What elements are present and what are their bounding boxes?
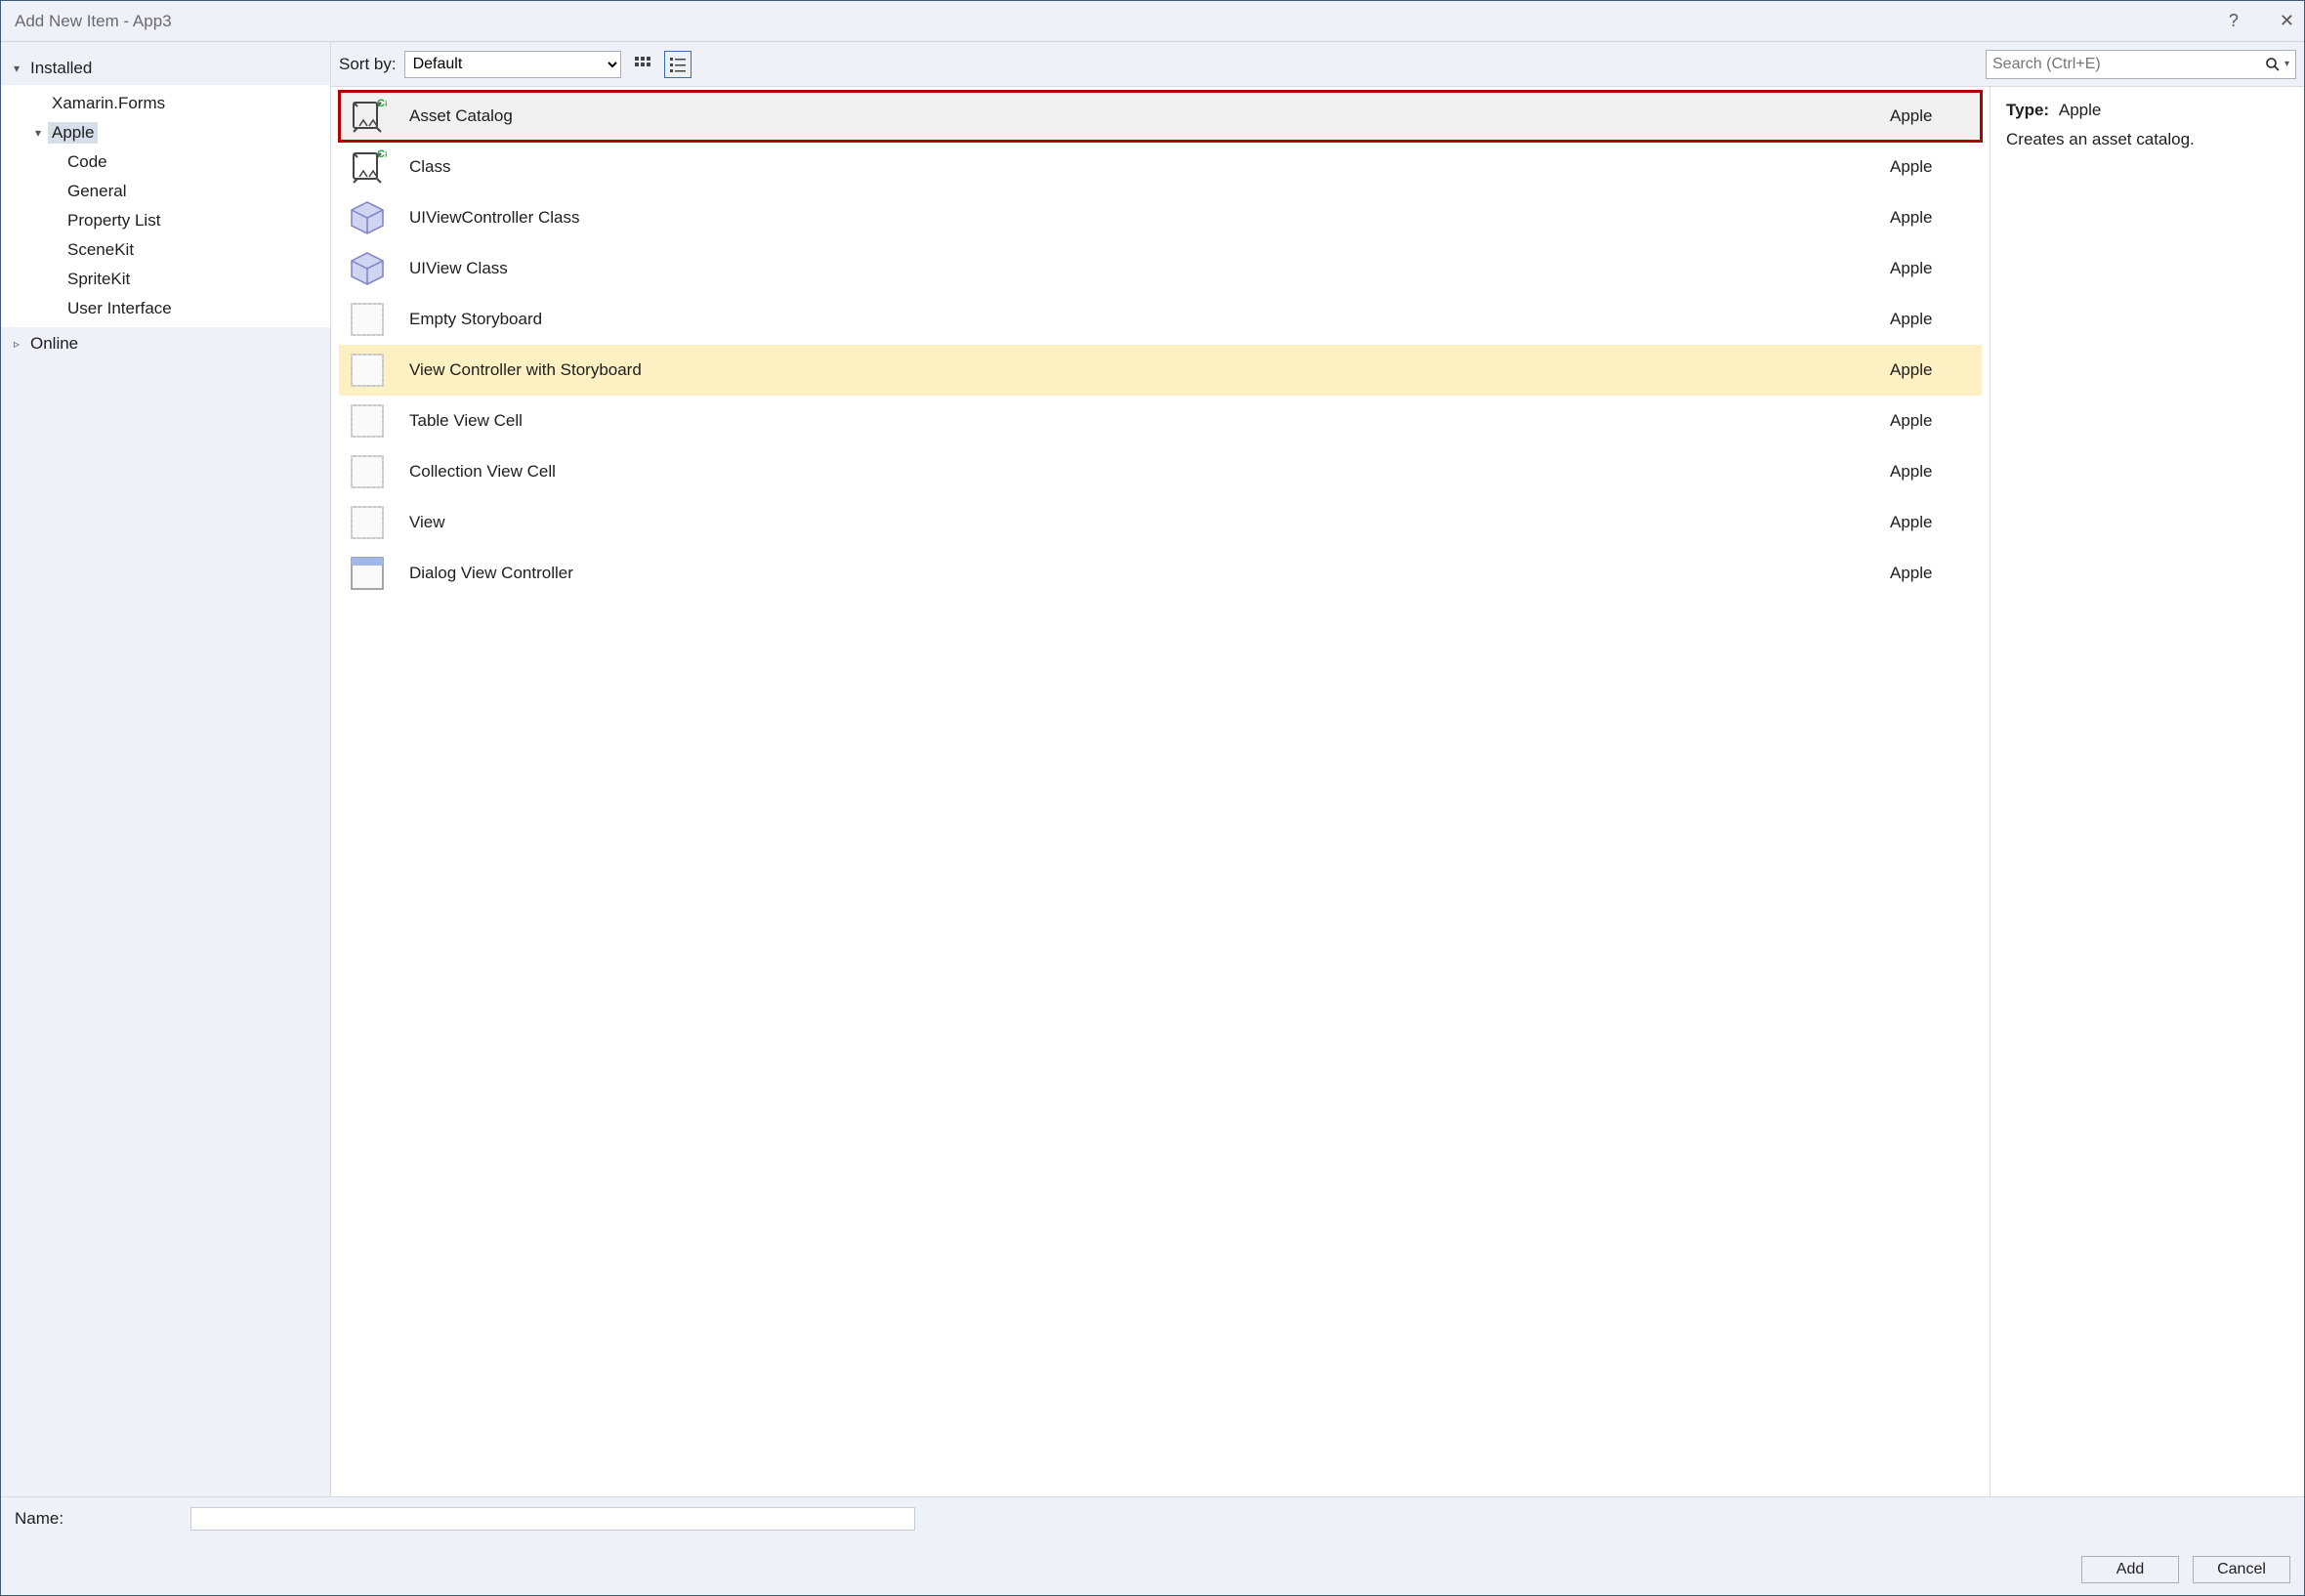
tree-node-installed[interactable]: ▾ Installed: [1, 54, 330, 83]
tree-node-property-list[interactable]: Property List: [1, 206, 330, 235]
template-item[interactable]: Class Apple: [339, 142, 1982, 192]
tree-label: SpriteKit: [63, 269, 134, 290]
view-list-button[interactable]: [664, 51, 692, 78]
tree-label: Property List: [63, 210, 164, 231]
tree-node-scenekit[interactable]: SceneKit: [1, 235, 330, 265]
template-item[interactable]: View Apple: [339, 497, 1982, 548]
sort-by-label: Sort by:: [339, 55, 397, 74]
templates-and-details: Asset CatalogAppleClassAppleUIViewContro…: [331, 87, 2304, 1496]
template-tag: Apple: [1890, 259, 1974, 278]
template-name: View Controller with Storyboard: [405, 360, 1872, 380]
module-cube-icon: [347, 197, 388, 238]
tree-node-code[interactable]: Code: [1, 147, 330, 177]
template-tag: Apple: [1890, 106, 1974, 126]
template-item[interactable]: View Controller with Storyboard Apple: [339, 345, 1982, 396]
template-name: Dialog View Controller: [405, 564, 1872, 583]
search-box[interactable]: ▾: [1986, 50, 2296, 79]
tree-label: Code: [63, 151, 111, 173]
sort-by-select[interactable]: Default: [404, 51, 621, 78]
tree-label: Installed: [26, 58, 96, 79]
template-item[interactable]: UIView Class Apple: [339, 243, 1982, 294]
storyboard-icon: [347, 350, 388, 391]
category-tree: ▾ Installed Xamarin.Forms ▾ Apple Code G…: [1, 42, 331, 1496]
template-name: UIViewController Class: [405, 208, 1872, 228]
close-button[interactable]: ✕: [2280, 11, 2294, 31]
module-cube-icon: [347, 248, 388, 289]
tree-label: Xamarin.Forms: [48, 93, 169, 114]
template-tag: Apple: [1890, 310, 1974, 329]
main-panel: Sort by: Default: [331, 42, 2304, 1496]
template-tag: Apple: [1890, 564, 1974, 583]
titlebar: Add New Item - App3 ? ✕: [1, 1, 2304, 42]
add-button[interactable]: Add: [2081, 1556, 2179, 1583]
template-tag: Apple: [1890, 208, 1974, 228]
storyboard-icon: [347, 502, 388, 543]
tree-node-user-interface[interactable]: User Interface: [1, 294, 330, 323]
bottom-bar: Name: Add Cancel: [1, 1496, 2304, 1595]
name-input[interactable]: [190, 1507, 915, 1531]
name-label: Name:: [15, 1509, 181, 1529]
tree-node-general[interactable]: General: [1, 177, 330, 206]
window-icon: [347, 553, 388, 594]
template-tag: Apple: [1890, 513, 1974, 532]
template-item[interactable]: Asset Catalog Apple: [339, 91, 1982, 142]
template-name: Empty Storyboard: [405, 310, 1872, 329]
window-title: Add New Item - App3: [15, 12, 172, 31]
template-name: Asset Catalog: [405, 106, 1872, 126]
csharp-asset-icon: [347, 96, 388, 137]
search-icon[interactable]: [2263, 57, 2283, 72]
dialog-window: Add New Item - App3 ? ✕ ▾ Installed Xama…: [0, 0, 2305, 1596]
list-icon: [669, 56, 687, 73]
template-item[interactable]: Dialog View Controller Apple: [339, 548, 1982, 599]
help-button[interactable]: ?: [2229, 11, 2239, 31]
chevron-down-icon[interactable]: ▾: [2283, 59, 2291, 69]
template-tag: Apple: [1890, 462, 1974, 482]
tree-label: General: [63, 181, 130, 202]
template-item[interactable]: UIViewController Class Apple: [339, 192, 1982, 243]
caret-down-icon: ▾: [32, 126, 44, 140]
template-name: Table View Cell: [405, 411, 1872, 431]
template-item[interactable]: Table View Cell Apple: [339, 396, 1982, 446]
template-name: View: [405, 513, 1872, 532]
details-type-value: Apple: [2059, 101, 2101, 119]
tree-installed-children: Xamarin.Forms ▾ Apple Code General Prope…: [1, 85, 330, 327]
caret-down-icon: ▾: [11, 62, 22, 75]
tree-label: User Interface: [63, 298, 176, 319]
template-name: Class: [405, 157, 1872, 177]
tree-node-apple[interactable]: ▾ Apple: [1, 118, 330, 147]
tree-label: Online: [26, 333, 82, 355]
search-input[interactable]: [1991, 55, 2263, 74]
template-tag: Apple: [1890, 360, 1974, 380]
template-tag: Apple: [1890, 411, 1974, 431]
toolbar: Sort by: Default: [331, 42, 2304, 87]
template-item[interactable]: Collection View Cell Apple: [339, 446, 1982, 497]
view-grid-button[interactable]: [629, 51, 656, 78]
storyboard-icon: [347, 451, 388, 492]
details-pane: Type: Apple Creates an asset catalog.: [1990, 87, 2304, 1496]
template-name: UIView Class: [405, 259, 1872, 278]
tree-node-xamarin-forms[interactable]: Xamarin.Forms: [1, 89, 330, 118]
template-list: Asset CatalogAppleClassAppleUIViewContro…: [331, 87, 1990, 1496]
details-description: Creates an asset catalog.: [2006, 130, 2288, 149]
template-tag: Apple: [1890, 157, 1974, 177]
tree-node-spritekit[interactable]: SpriteKit: [1, 265, 330, 294]
storyboard-icon: [347, 400, 388, 441]
storyboard-icon: [347, 299, 388, 340]
caret-right-icon: ▹: [11, 337, 22, 351]
csharp-asset-icon: [347, 147, 388, 188]
content-area: ▾ Installed Xamarin.Forms ▾ Apple Code G…: [1, 42, 2304, 1496]
grid-icon: [634, 56, 651, 73]
tree-label: Apple: [48, 122, 98, 144]
window-controls: ? ✕: [2229, 11, 2294, 31]
cancel-button[interactable]: Cancel: [2193, 1556, 2290, 1583]
details-type-label: Type:: [2006, 101, 2049, 119]
tree-label: SceneKit: [63, 239, 138, 261]
template-name: Collection View Cell: [405, 462, 1872, 482]
template-item[interactable]: Empty Storyboard Apple: [339, 294, 1982, 345]
tree-node-online[interactable]: ▹ Online: [1, 329, 330, 358]
